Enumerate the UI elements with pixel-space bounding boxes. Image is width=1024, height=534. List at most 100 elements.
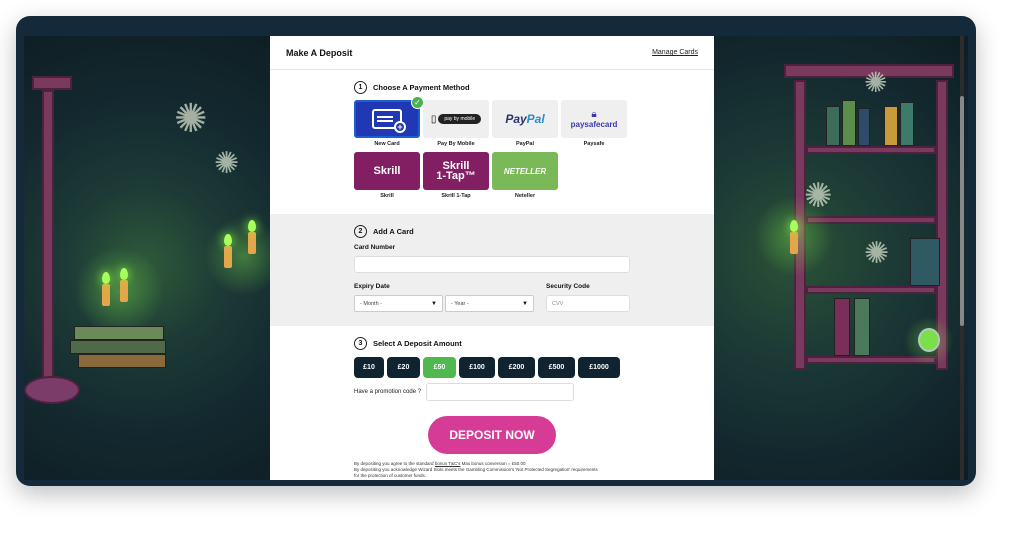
method-paypal[interactable]: PayPal PayPal	[492, 100, 558, 150]
method-skrill[interactable]: Skrill Skrill	[354, 152, 420, 202]
candle-flame	[248, 220, 256, 232]
candle-flame	[790, 220, 798, 232]
add-card-inner: 2 Add A Card Card Number Expiry Date - M…	[270, 214, 714, 312]
shelf-top	[32, 76, 72, 90]
book	[74, 326, 164, 340]
expiry-date-label: Expiry Date	[354, 283, 390, 290]
amount-button-10[interactable]: £10	[354, 357, 384, 378]
candle	[248, 232, 256, 254]
fine-print-line3: for the protection of customer funds.	[354, 473, 427, 478]
candle-glow	[74, 246, 164, 336]
device-frame: ✺ ✺ ✺ ✺ ✺ Make A Deposit Manage Cards 1 …	[16, 16, 976, 486]
year-value: - Year -	[451, 300, 469, 307]
method-label: Paysafe	[583, 141, 605, 147]
book	[900, 102, 914, 146]
screen: ✺ ✺ ✺ ✺ ✺ Make A Deposit Manage Cards 1 …	[24, 36, 968, 480]
security-code-label: Security Code	[546, 283, 590, 290]
skrill-1-tap-tile[interactable]: Skrill 1-Tap™	[423, 152, 489, 190]
bonus-terms-link[interactable]: bonus T&C's	[435, 461, 461, 466]
scrollbar-thumb[interactable]	[960, 96, 964, 326]
fine-print: By depositing you agree to the standard …	[354, 461, 644, 479]
candle-flame	[102, 272, 110, 284]
page-scrollbar[interactable]	[960, 36, 964, 480]
promo-code-input[interactable]	[426, 383, 575, 401]
add-card-section: 2 Add A Card Card Number Expiry Date - M…	[270, 214, 714, 326]
deposit-now-button[interactable]: DEPOSIT NOW	[428, 416, 556, 454]
method-label: Neteller	[514, 193, 536, 199]
book	[834, 298, 850, 356]
book	[858, 108, 870, 146]
method-label: PayPal	[515, 141, 535, 147]
book	[884, 106, 898, 146]
expiry-security-row: Expiry Date - Month - ▼ - Year - ▼ Securit…	[354, 283, 714, 312]
step-title: Select A Deposit Amount	[373, 338, 462, 348]
chevron-down-icon: ▼	[431, 300, 437, 307]
bookshelf-shelf	[806, 286, 936, 294]
candle-flame	[120, 268, 128, 280]
paypal-tile[interactable]: PayPal	[492, 100, 558, 138]
paypal-logo: PayPal	[505, 112, 545, 126]
pay-by-mobile-logo: pay by mobile	[438, 114, 482, 124]
new-card-tile[interactable]: + ✓	[354, 96, 424, 138]
manage-cards-link[interactable]: Manage Cards	[652, 49, 698, 56]
neteller-tile[interactable]: NETELLER	[492, 152, 558, 190]
candle	[120, 280, 128, 302]
amount-button-100[interactable]: £100	[459, 357, 495, 378]
method-pay-by-mobile[interactable]: ▯ pay by mobile Pay By Mobile	[423, 100, 489, 150]
method-new-card[interactable]: + ✓ New Card	[354, 96, 424, 150]
potion-bottle	[918, 328, 940, 352]
cobweb: ✺	[864, 237, 890, 270]
cobweb: ✺	[174, 97, 208, 141]
book	[910, 238, 940, 286]
amount-button-200[interactable]: £200	[498, 357, 535, 378]
card-number-label: Card Number	[354, 244, 396, 251]
book	[854, 298, 870, 356]
method-paysafe[interactable]: 🔒︎ paysafecard Paysafe	[561, 100, 627, 150]
amount-button-50[interactable]: £50	[423, 357, 456, 378]
skrill-logo: Skrill	[373, 165, 401, 177]
step-number: 1	[354, 80, 367, 94]
month-select[interactable]: - Month - ▼	[354, 295, 443, 312]
step-header: 3 Select A Deposit Amount	[354, 334, 620, 352]
lock-icon: 🔒︎	[591, 108, 597, 120]
step-title: Add A Card	[373, 226, 414, 236]
stool	[24, 376, 80, 404]
candle	[224, 246, 232, 268]
security-group: Security Code CVV	[546, 283, 630, 312]
amount-button-500[interactable]: £500	[538, 357, 575, 378]
amount-button-20[interactable]: £20	[387, 357, 420, 378]
neteller-logo: NETELLER	[503, 166, 547, 176]
promo-label: Have a promotion code ?	[354, 389, 422, 395]
method-label: New Card	[374, 141, 400, 147]
payment-method-section: 1 Choose A Payment Method + ✓ New Card ▯	[270, 78, 714, 202]
amount-button-1000[interactable]: £1000	[578, 357, 620, 378]
cobweb: ✺	[804, 177, 833, 215]
expiry-selects: - Month - ▼ - Year - ▼	[354, 295, 546, 312]
bookshelf-shelf	[806, 146, 936, 154]
background-right-scene: ✺ ✺ ✺	[714, 36, 968, 480]
year-select[interactable]: - Year - ▼	[445, 295, 534, 312]
phone-icon: ▯	[430, 113, 437, 125]
step-header: 2 Add A Card	[354, 222, 714, 240]
method-neteller[interactable]: NETELLER Neteller	[492, 152, 558, 202]
paysafe-tile[interactable]: 🔒︎ paysafecard	[561, 100, 627, 138]
method-label: Skrill	[380, 193, 394, 199]
book	[78, 354, 166, 368]
paysafe-logo: paysafecard	[570, 119, 618, 129]
one-tap-logo: 1-Tap™	[436, 170, 476, 182]
card-number-input[interactable]	[354, 256, 630, 273]
method-skrill-1-tap[interactable]: Skrill 1-Tap™ Skrill 1-Tap	[423, 152, 489, 202]
modal-title: Make A Deposit	[286, 47, 353, 58]
payment-method-grid: + ✓ New Card ▯ pay by mobile Pay By Mobi…	[354, 96, 714, 202]
shelf-post	[42, 90, 54, 390]
amount-options: £10 £20 £50 £100 £200 £500 £1000	[354, 357, 620, 378]
pay-by-mobile-tile[interactable]: ▯ pay by mobile	[423, 100, 489, 138]
candle-flame	[224, 234, 232, 246]
step-header: 1 Choose A Payment Method	[354, 78, 714, 96]
expiry-group: Expiry Date - Month - ▼ - Year - ▼	[354, 283, 546, 312]
promo-row: Have a promotion code ?	[354, 383, 620, 401]
skrill-tile[interactable]: Skrill	[354, 152, 420, 190]
deposit-modal: Make A Deposit Manage Cards 1 Choose A P…	[270, 36, 714, 480]
cobweb: ✺	[214, 147, 240, 180]
cvv-input[interactable]: CVV	[546, 295, 630, 312]
